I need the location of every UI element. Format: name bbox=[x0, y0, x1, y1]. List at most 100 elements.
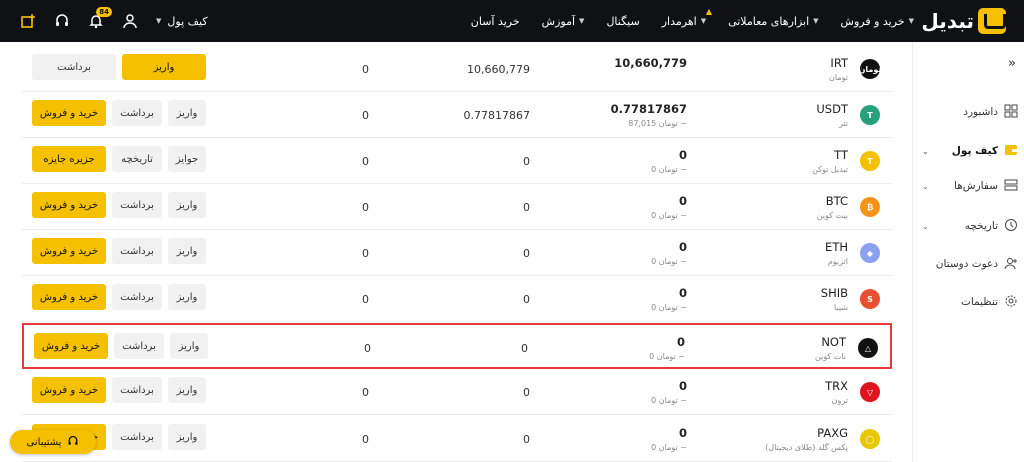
nav-item[interactable]: سیگنال bbox=[606, 15, 639, 28]
sidebar-item[interactable]: داشبورد bbox=[912, 100, 1024, 124]
action-button[interactable]: تاریخچه bbox=[112, 146, 162, 172]
nav-item-label: ابزارهای معاملاتی bbox=[728, 14, 810, 28]
chevron-down-icon[interactable]: ⌄ bbox=[922, 222, 929, 231]
action-button[interactable]: واریز bbox=[168, 424, 206, 450]
action-button[interactable]: برداشت bbox=[114, 333, 164, 359]
available-balance: 0 bbox=[523, 293, 530, 306]
action-button[interactable]: واریز bbox=[170, 333, 208, 359]
support-button[interactable]: پشتیبانی bbox=[10, 430, 96, 454]
action-button[interactable]: برداشت bbox=[112, 192, 162, 218]
history-icon bbox=[998, 218, 1024, 235]
deposit-icon[interactable] bbox=[20, 13, 36, 29]
user-icon[interactable] bbox=[122, 13, 138, 29]
action-button[interactable]: برداشت bbox=[112, 100, 162, 126]
wallet-icon bbox=[998, 143, 1024, 160]
nav-item[interactable]: اهرمدار ▼ ▲ bbox=[662, 7, 712, 28]
action-button[interactable]: برداشت bbox=[32, 54, 116, 80]
headset-icon bbox=[67, 435, 79, 450]
action-button[interactable]: خرید و فروش bbox=[32, 238, 106, 264]
action-button[interactable]: جزیره جایزه bbox=[32, 146, 106, 172]
available-balance: 10,660,779 bbox=[467, 63, 530, 76]
action-button[interactable]: برداشت bbox=[112, 238, 162, 264]
chevron-down-icon: ▼ bbox=[156, 17, 162, 25]
coin-name: تومان bbox=[829, 73, 848, 82]
toman-equivalent: تومان 0 ~ bbox=[651, 165, 687, 174]
available-balance: 0 bbox=[523, 155, 530, 168]
blocked-balance: 0 bbox=[364, 342, 371, 355]
collapse-sidebar-icon[interactable]: » bbox=[1008, 56, 1016, 71]
action-button[interactable]: واریز bbox=[168, 284, 206, 310]
coin-symbol: NOT bbox=[821, 335, 846, 349]
available-balance: 0 bbox=[523, 386, 530, 399]
coin-name: نات کوین bbox=[815, 352, 846, 361]
coin-icon: ▽ bbox=[860, 382, 880, 402]
action-button[interactable]: خرید و فروش bbox=[32, 100, 106, 126]
sidebar-item-label: تنظیمات bbox=[960, 296, 998, 308]
blocked-balance: 0 bbox=[362, 155, 369, 168]
coin-name: شیبا bbox=[834, 303, 848, 312]
sidebar-item[interactable]: سفارش‌ها ⌄ bbox=[912, 174, 1024, 198]
coin-icon: ◆ bbox=[860, 243, 880, 263]
action-button[interactable]: خرید و فروش bbox=[34, 333, 108, 359]
wallet-menu-label: کیف پول bbox=[167, 14, 208, 28]
toman-equivalent: تومان 0 ~ bbox=[651, 443, 687, 452]
nav-item-label: آموزش bbox=[541, 14, 576, 28]
sidebar-item[interactable]: کیف پول ⌄ bbox=[912, 139, 1024, 163]
sidebar-item-label: تاریخچه bbox=[964, 220, 998, 232]
toman-equivalent: تومان 0 ~ bbox=[651, 211, 687, 220]
nav-item[interactable]: خرید آسان bbox=[471, 15, 520, 28]
action-button[interactable]: جوایز bbox=[168, 146, 206, 172]
total-balance: 0 bbox=[678, 286, 687, 300]
action-button[interactable]: واریز bbox=[168, 192, 206, 218]
blocked-balance: 0 bbox=[362, 293, 369, 306]
coin-symbol: USDT bbox=[816, 102, 848, 116]
total-balance: 0 bbox=[678, 379, 687, 393]
orders-icon bbox=[998, 178, 1024, 195]
coin-name: بیت کوین bbox=[816, 211, 848, 220]
notification-bell-icon[interactable]: 84 bbox=[88, 7, 112, 29]
sidebar-item-label: کیف پول bbox=[951, 145, 998, 157]
nav-item[interactable]: آموزش ▼ bbox=[542, 15, 585, 28]
sidebar-item-label: داشبورد bbox=[963, 106, 998, 118]
logo-mark-icon bbox=[978, 8, 1006, 34]
flame-icon: ▲ bbox=[705, 6, 713, 16]
chevron-down-icon[interactable]: ⌄ bbox=[922, 147, 929, 156]
table-row: △ NOT نات کوین 0 تومان 0 ~ 0 0 خرید و فروش برداش… bbox=[22, 323, 892, 369]
notification-count-badge: 84 bbox=[96, 7, 112, 17]
row-actions: خرید و فروشبرداشتواریز bbox=[32, 377, 206, 403]
total-balance: 0.77817867 bbox=[610, 102, 687, 116]
action-button[interactable]: واریز bbox=[168, 377, 206, 403]
action-button[interactable]: واریز bbox=[122, 54, 206, 80]
sidebar-item[interactable]: تاریخچه ⌄ bbox=[912, 214, 1024, 238]
nav-item[interactable]: خرید و فروش ▼ bbox=[841, 15, 914, 28]
blocked-balance: 0 bbox=[362, 63, 369, 76]
action-button[interactable]: خرید و فروش bbox=[32, 284, 106, 310]
table-row: T TT تبدیل توکن 0 تومان 0 ~0 0 جزیره جایزه تاری… bbox=[22, 138, 892, 184]
table-row: ₿ BTC بیت کوین 0 تومان 0 ~ 0 0 خرید و فروش برداش… bbox=[22, 184, 892, 230]
coin-name: پکس گلد (طلای دیجیتال) bbox=[765, 443, 848, 452]
coin-name: اتریوم bbox=[827, 257, 848, 266]
coin-symbol: BTC bbox=[825, 194, 848, 208]
action-button[interactable]: واریز bbox=[168, 100, 206, 126]
nav-item[interactable]: ابزارهای معاملاتی ▼ bbox=[728, 15, 818, 28]
coin-name: ترون bbox=[831, 396, 848, 405]
action-button[interactable]: برداشت bbox=[112, 424, 162, 450]
sidebar-item[interactable]: دعوت دوستان bbox=[912, 252, 1024, 276]
action-button[interactable]: برداشت bbox=[112, 284, 162, 310]
action-button[interactable]: خرید و فروش bbox=[32, 192, 106, 218]
sidebar-item[interactable]: تنظیمات bbox=[912, 290, 1024, 314]
table-row: تومان IRT تومان 10,660,779 10,660,779 0 برداشت… bbox=[22, 46, 892, 92]
blocked-balance: 0 bbox=[362, 201, 369, 214]
total-balance: 0 bbox=[678, 426, 687, 440]
toman-equivalent: تومان 0 ~ bbox=[649, 352, 685, 361]
blocked-balance: 0 bbox=[362, 109, 369, 122]
action-button[interactable]: واریز bbox=[168, 238, 206, 264]
available-balance: 0.77817867 bbox=[463, 109, 530, 122]
brand-logo[interactable]: تبدیل bbox=[921, 6, 1006, 36]
action-button[interactable]: برداشت bbox=[112, 377, 162, 403]
sidebar: » داشبورد کیف پول ⌄ سفارش‌ها ⌄ تاریخچه ⌄ دعوت د… bbox=[912, 42, 1024, 462]
chevron-down-icon[interactable]: ⌄ bbox=[922, 182, 929, 191]
headset-icon[interactable] bbox=[54, 13, 70, 29]
wallet-menu[interactable]: ▼ کیف پول bbox=[156, 15, 208, 28]
action-button[interactable]: خرید و فروش bbox=[32, 377, 106, 403]
